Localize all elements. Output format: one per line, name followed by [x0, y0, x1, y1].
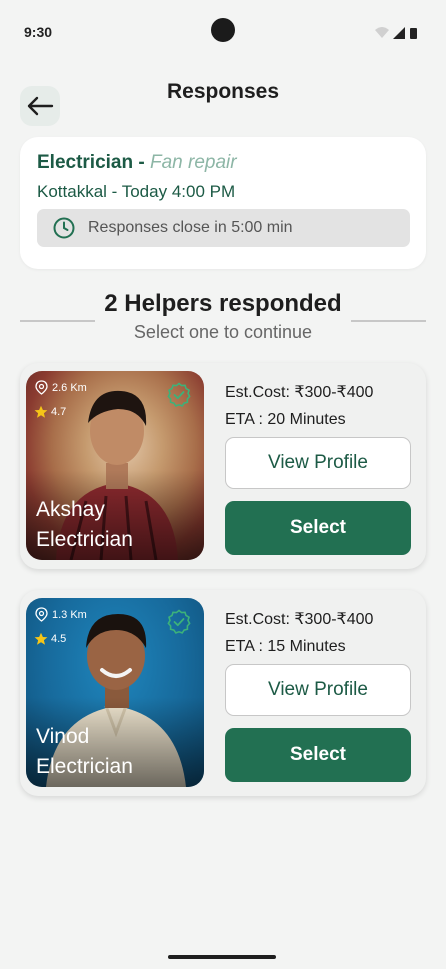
helper-card: 1.3 Km 4.5 Vinod Electrician Est.Cost: ₹…: [20, 590, 426, 796]
estimated-cost: Est.Cost: ₹300-₹400: [225, 611, 374, 628]
front-camera: [211, 18, 235, 42]
location-pin-icon: [35, 607, 48, 622]
view-profile-button[interactable]: View Profile: [225, 437, 411, 489]
job-issue: Fan repair: [150, 152, 237, 173]
helper-card: 2.6 Km 4.7 Akshay Electrician Est.Cost: …: [20, 363, 426, 569]
helper-photo: 1.3 Km 4.5 Vinod Electrician: [26, 598, 204, 787]
star-icon: [34, 632, 48, 645]
job-separator: -: [133, 152, 150, 173]
signal-icon: [393, 27, 405, 39]
home-indicator[interactable]: [168, 955, 276, 959]
page-title: Responses: [166, 80, 280, 103]
distance-text: 2.6 Km: [52, 382, 87, 394]
status-time: 9:30: [24, 24, 53, 40]
distance-text: 1.3 Km: [52, 609, 87, 621]
responses-subtitle: Select one to continue: [133, 322, 313, 342]
eta-text: ETA : 20 Minutes: [225, 411, 346, 428]
status-bar: 9:30: [0, 0, 446, 60]
helper-photo: 2.6 Km 4.7 Akshay Electrician: [26, 371, 204, 560]
location-pin-icon: [35, 380, 48, 395]
timer-text: Responses close in 5:00 min: [88, 219, 293, 236]
select-button[interactable]: Select: [225, 501, 411, 555]
clock-icon: [53, 217, 75, 239]
job-location-time: Kottakkal - Today 4:00 PM: [37, 182, 236, 201]
status-icons: [375, 27, 417, 39]
helper-name: Akshay: [36, 498, 105, 521]
helper-trade: Electrician: [36, 755, 133, 778]
select-button[interactable]: Select: [225, 728, 411, 782]
rating-badge: 4.5: [34, 632, 66, 646]
star-icon: [34, 405, 48, 418]
eta-text: ETA : 15 Minutes: [225, 638, 346, 655]
battery-icon: [410, 28, 417, 39]
rating-badge: 4.7: [34, 405, 66, 419]
distance-badge: 1.3 Km: [34, 607, 87, 623]
view-profile-button[interactable]: View Profile: [225, 664, 411, 716]
rating-text: 4.7: [51, 406, 67, 418]
job-service: Electrician: [37, 152, 134, 173]
helper-name: Vinod: [36, 725, 90, 748]
distance-badge: 2.6 Km: [34, 380, 87, 396]
job-title-row: Electrician - Fan repair: [37, 152, 237, 174]
estimated-cost: Est.Cost: ₹300-₹400: [225, 384, 374, 401]
helper-trade: Electrician: [36, 528, 133, 551]
rating-text: 4.5: [51, 633, 67, 645]
job-summary-card: Electrician - Fan repair Kottakkal - Tod…: [20, 137, 426, 269]
verified-badge-icon: [167, 609, 191, 634]
responses-count-title: 2 Helpers responded: [104, 290, 342, 317]
verified-badge-icon: [167, 382, 191, 407]
response-timer: Responses close in 5:00 min: [37, 209, 410, 247]
wifi-icon: [375, 27, 389, 38]
